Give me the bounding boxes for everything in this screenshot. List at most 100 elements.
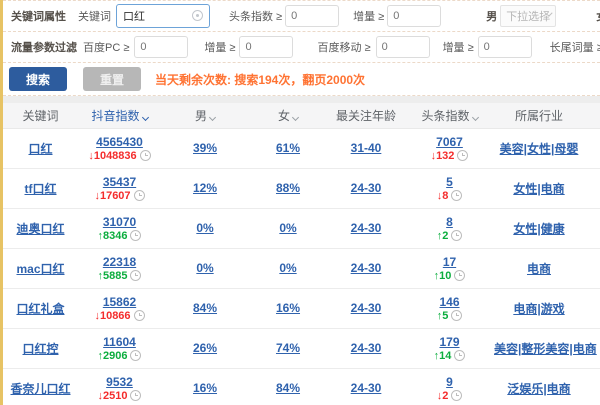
- douyin-index-link[interactable]: 22318: [103, 255, 136, 269]
- douyin-delta: 17607: [78, 190, 161, 202]
- industry-link[interactable]: 电商|游戏: [513, 302, 564, 316]
- clock-icon[interactable]: [457, 150, 468, 161]
- baidu-pc-input[interactable]: [134, 36, 188, 58]
- table-header-row: 关键词 抖音指数 男 女 最关注年龄 头条指数 所属行业 百度PC: [3, 103, 600, 128]
- toutiao-delta: 132: [405, 150, 494, 162]
- col-header-male[interactable]: 男: [161, 103, 249, 128]
- toutiao-index-link[interactable]: 17: [443, 255, 456, 269]
- panel-table-divider: [3, 96, 600, 103]
- toutiao-delta: 8: [405, 190, 494, 202]
- clock-icon[interactable]: [134, 190, 145, 201]
- industry-link[interactable]: 美容|整形美容|电商: [494, 342, 597, 356]
- male-percent-link[interactable]: 0%: [196, 221, 213, 235]
- table-row: 口红 4565430 1048836 39% 61% 31-40 7067 13…: [3, 128, 600, 168]
- toutiao-index-link[interactable]: 5: [446, 175, 453, 189]
- age-range-link[interactable]: 31-40: [351, 141, 382, 155]
- increment2-input[interactable]: [478, 36, 532, 58]
- clock-icon[interactable]: [130, 350, 141, 361]
- toutiao-index-link[interactable]: 7067: [436, 135, 463, 149]
- keyword-link[interactable]: 口红控: [22, 342, 58, 356]
- clock-icon[interactable]: [130, 390, 141, 401]
- age-range-link[interactable]: 24-30: [351, 381, 382, 395]
- female-percent-link[interactable]: 0%: [279, 261, 296, 275]
- age-range-link[interactable]: 24-30: [351, 261, 382, 275]
- male-select[interactable]: 下拉选择: [500, 5, 556, 27]
- keyword-link[interactable]: tf口红: [25, 182, 57, 196]
- industry-link[interactable]: 美容|女性|母婴: [500, 142, 579, 156]
- clock-icon[interactable]: [140, 150, 151, 161]
- female-percent-link[interactable]: 16%: [276, 301, 300, 315]
- industry-link[interactable]: 女性|健康: [513, 222, 564, 236]
- toutiao-index-link[interactable]: 179: [439, 335, 459, 349]
- keyword-link[interactable]: 口红礼盒: [16, 302, 64, 316]
- baidu-mobile-input[interactable]: [376, 36, 430, 58]
- douyin-index-link[interactable]: 11604: [103, 335, 136, 349]
- toutiao-delta: 2: [405, 390, 494, 402]
- female-percent-link[interactable]: 0%: [279, 221, 296, 235]
- industry-link[interactable]: 女性|电商: [513, 182, 564, 196]
- douyin-delta: 2510: [78, 390, 161, 402]
- keyword-table: 关键词 抖音指数 男 女 最关注年龄 头条指数 所属行业 百度PC 口红 456…: [3, 103, 600, 405]
- keyword-link[interactable]: 口红: [28, 142, 52, 156]
- clock-icon[interactable]: [451, 190, 462, 201]
- age-range-link[interactable]: 24-30: [351, 221, 382, 235]
- clock-icon[interactable]: [454, 350, 465, 361]
- industry-link[interactable]: 电商: [527, 262, 551, 276]
- industry-link[interactable]: 泛娱乐|电商: [507, 382, 570, 396]
- keyword-input[interactable]: [123, 10, 203, 22]
- filter-row-traffic: 流量参数过滤 百度PC ≥ 增量 ≥ 百度移动 ≥ 增量 ≥ 长尾词量 ≥: [3, 32, 600, 63]
- douyin-index-link[interactable]: 9532: [106, 375, 133, 389]
- male-label: 男: [486, 8, 497, 24]
- douyin-index-link[interactable]: 15862: [103, 295, 136, 309]
- female-percent-link[interactable]: 84%: [276, 381, 300, 395]
- age-range-link[interactable]: 24-30: [351, 341, 382, 355]
- toutiao-min-input[interactable]: [285, 5, 339, 27]
- increment1-input[interactable]: [239, 36, 293, 58]
- baidu-mobile-label: 百度移动 ≥: [317, 39, 370, 55]
- reset-button[interactable]: 重置: [83, 67, 141, 91]
- keyword-link[interactable]: 香奈儿口红: [10, 382, 70, 396]
- male-percent-link[interactable]: 84%: [193, 301, 217, 315]
- clock-icon[interactable]: [134, 310, 145, 321]
- col-header-toutiao-index[interactable]: 头条指数: [405, 103, 494, 128]
- male-percent-link[interactable]: 12%: [193, 181, 217, 195]
- toutiao-index-link[interactable]: 9: [446, 375, 453, 389]
- keyword-link[interactable]: 迪奥口红: [16, 222, 64, 236]
- search-button[interactable]: 搜索: [9, 67, 67, 91]
- male-percent-link[interactable]: 26%: [193, 341, 217, 355]
- baidu-pc-label: 百度PC ≥: [83, 39, 129, 55]
- age-range-link[interactable]: 24-30: [351, 181, 382, 195]
- toutiao-delta: 2: [405, 230, 494, 242]
- col-header-keyword: 关键词: [3, 103, 78, 128]
- clock-icon[interactable]: [454, 270, 465, 281]
- col-header-douyin-index[interactable]: 抖音指数: [78, 103, 161, 128]
- increment-min-input[interactable]: [387, 5, 441, 27]
- toutiao-delta: 10: [405, 270, 494, 282]
- keyword-link[interactable]: mac口红: [16, 262, 64, 276]
- douyin-index-link[interactable]: 31070: [103, 215, 136, 229]
- filter-row-keyword: 关键词属性 关键词 头条指数 ≥ 增量 ≥ 男 下拉选择 女 下拉选择: [3, 1, 600, 32]
- clock-icon[interactable]: [130, 270, 141, 281]
- longtail-label: 长尾词量 ≥: [550, 39, 600, 55]
- target-icon[interactable]: [192, 10, 203, 21]
- clock-icon[interactable]: [451, 230, 462, 241]
- female-percent-link[interactable]: 74%: [276, 341, 300, 355]
- clock-icon[interactable]: [451, 390, 462, 401]
- table-row: mac口红 22318 5885 0% 0% 24-30 17 10 电商: [3, 248, 600, 288]
- male-percent-link[interactable]: 0%: [196, 261, 213, 275]
- male-percent-link[interactable]: 39%: [193, 141, 217, 155]
- female-percent-link[interactable]: 61%: [276, 141, 300, 155]
- age-range-link[interactable]: 24-30: [351, 301, 382, 315]
- douyin-index-link[interactable]: 4565430: [96, 135, 143, 149]
- table-row: 香奈儿口红 9532 2510 16% 84% 24-30 9 2 泛娱乐|电商: [3, 368, 600, 405]
- toutiao-index-link[interactable]: 8: [446, 215, 453, 229]
- toutiao-index-link[interactable]: 146: [439, 295, 459, 309]
- male-percent-link[interactable]: 16%: [193, 381, 217, 395]
- clock-icon[interactable]: [451, 310, 462, 321]
- col-header-female[interactable]: 女: [249, 103, 327, 128]
- chevron-down-icon: [292, 114, 299, 121]
- douyin-index-link[interactable]: 35437: [103, 175, 136, 189]
- col-header-baidu-pc: 百度PC: [584, 103, 600, 128]
- clock-icon[interactable]: [130, 230, 141, 241]
- female-percent-link[interactable]: 88%: [276, 181, 300, 195]
